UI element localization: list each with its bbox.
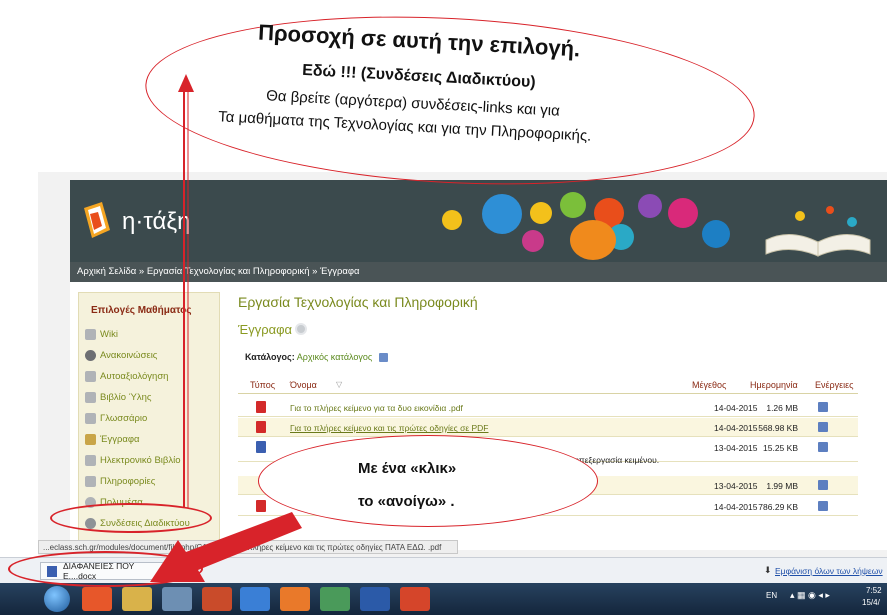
- clock-time[interactable]: 7:52: [866, 586, 882, 595]
- file-explorer-icon[interactable]: [122, 587, 152, 611]
- info-tag-icon: [85, 475, 96, 487]
- column-date[interactable]: Ημερομηνία: [750, 380, 798, 390]
- save-icon[interactable]: [378, 353, 388, 363]
- site-logo-text[interactable]: η·τάξη: [122, 208, 190, 236]
- gear-icon[interactable]: [295, 323, 307, 335]
- firefox-icon[interactable]: [280, 587, 310, 611]
- table-row[interactable]: Για το πλήρες κείμενο για τα δυο εικονίδ…: [238, 398, 858, 417]
- logo-icon: [84, 202, 110, 238]
- ebook-icon: [85, 454, 96, 466]
- start-button[interactable]: [44, 586, 70, 612]
- catalog-label: Κατάλογος:: [245, 352, 295, 362]
- save-action-icon[interactable]: [818, 402, 828, 412]
- save-action-icon[interactable]: [818, 480, 828, 490]
- quiz-icon: [85, 370, 96, 382]
- file-date: 14-04-2015: [714, 502, 758, 512]
- course-title: Εργασία Τεχνολογίας και Πληροφορική: [238, 294, 478, 310]
- show-all-downloads-link[interactable]: Εμφάνιση όλων των λήψεων: [775, 566, 883, 576]
- save-action-icon[interactable]: [818, 501, 828, 511]
- column-type[interactable]: Τύπος: [250, 380, 275, 390]
- powerpoint-icon[interactable]: [400, 587, 430, 611]
- catalog-path: Κατάλογος: Αρχικός κατάλογος: [245, 352, 388, 363]
- decorative-bubble-icon: [522, 230, 544, 252]
- site-banner: η·τάξη: [70, 180, 887, 262]
- decorative-bubble-icon: [668, 198, 698, 228]
- book-icon: [85, 391, 96, 403]
- highlight-ring-web-links: [50, 503, 212, 533]
- language-indicator[interactable]: EN: [766, 591, 777, 600]
- tray-icons[interactable]: ▴ ▦ ◉ ◂ ▸: [790, 590, 830, 601]
- app-icon[interactable]: [162, 587, 192, 611]
- folder-icon: [85, 433, 96, 445]
- sort-arrow-icon[interactable]: ▽: [336, 380, 342, 389]
- decorative-bubble-icon: [570, 220, 616, 260]
- sidebar-item-announcements[interactable]: Ανακοινώσεις: [85, 346, 157, 364]
- decorative-bubble-icon: [530, 202, 552, 224]
- sidebar-item-documents[interactable]: Έγγραφα: [85, 430, 140, 448]
- catalog-root-link[interactable]: Αρχικός κατάλογος: [297, 352, 373, 362]
- sidebar-item-info[interactable]: Πληροφορίες: [85, 472, 155, 490]
- annotation-click-line-2: το «ανοίγω» .: [358, 493, 455, 510]
- windows-taskbar: EN ▴ ▦ ◉ ◂ ▸ 7:52 15/4/: [0, 583, 887, 615]
- wiki-icon: [85, 328, 96, 340]
- documents-table-header: Τύπος Όνομα ▽ Μέγεθος Ημερομηνία Ενέργει…: [238, 376, 858, 394]
- decorative-bubble-icon: [560, 192, 586, 218]
- media-player-icon[interactable]: [82, 587, 112, 611]
- column-actions: Ενέργειες: [815, 380, 854, 390]
- decorative-bubble-icon: [442, 210, 462, 230]
- sidebar-item-self-assessment[interactable]: Αυτοαξιολόγηση: [85, 367, 168, 385]
- sidebar-item-syllabus[interactable]: Βιβλίο Ύλης: [85, 388, 151, 406]
- glossary-icon: [85, 412, 96, 424]
- sidebar-item-ebook[interactable]: Ηλεκτρονικό Βιβλίο: [85, 451, 181, 469]
- clock-date[interactable]: 15/4/: [862, 598, 880, 607]
- clock-icon: [85, 349, 96, 361]
- file-date: 14-04-2015: [714, 423, 758, 433]
- download-arrow-icon: ⬇: [764, 565, 772, 575]
- app-icon[interactable]: [320, 587, 350, 611]
- decorative-bubble-icon: [482, 194, 522, 234]
- open-book-icon: [765, 206, 871, 257]
- word-icon[interactable]: [360, 587, 390, 611]
- section-title: Έγγραφα: [238, 322, 293, 337]
- breadcrumb[interactable]: Αρχική Σελίδα » Εργασία Τεχνολογίας και …: [77, 266, 360, 277]
- app-icon[interactable]: [202, 587, 232, 611]
- file-date: 13-04-2015: [714, 443, 758, 453]
- pdf-file-icon: [256, 500, 266, 512]
- sidebar-heading: Επιλογές Μαθήματος: [91, 305, 192, 316]
- file-date: 13-04-2015: [714, 481, 758, 491]
- sidebar-item-wiki[interactable]: Wiki: [85, 325, 118, 343]
- decorative-bubble-icon: [638, 194, 662, 218]
- column-size[interactable]: Μέγεθος: [692, 380, 726, 390]
- file-name[interactable]: Για το πλήρες κείμενο για τα δυο εικονίδ…: [290, 403, 463, 413]
- save-action-icon[interactable]: [818, 422, 828, 432]
- decorative-bubble-icon: [702, 220, 730, 248]
- pdf-file-icon: [256, 421, 266, 433]
- file-name[interactable]: Για το πλήρες κείμενο και τις πρώτες οδη…: [290, 423, 489, 433]
- breadcrumb-bar: Αρχική Σελίδα » Εργασία Τεχνολογίας και …: [70, 262, 887, 282]
- annotation-click-line-1: Με ένα «κλικ»: [358, 460, 457, 477]
- word-file-icon: [256, 441, 266, 453]
- table-row[interactable]: Για το πλήρες κείμενο και τις πρώτες οδη…: [238, 418, 858, 437]
- annotation-ellipse-click: [258, 435, 598, 527]
- pdf-file-icon: [256, 401, 266, 413]
- file-date: 14-04-2015: [714, 403, 758, 413]
- save-action-icon[interactable]: [818, 442, 828, 452]
- highlight-ring-download: [8, 551, 203, 587]
- sidebar-item-glossary[interactable]: Γλωσσάριο: [85, 409, 147, 427]
- column-name[interactable]: Όνομα: [290, 380, 317, 390]
- chrome-icon[interactable]: [240, 587, 270, 611]
